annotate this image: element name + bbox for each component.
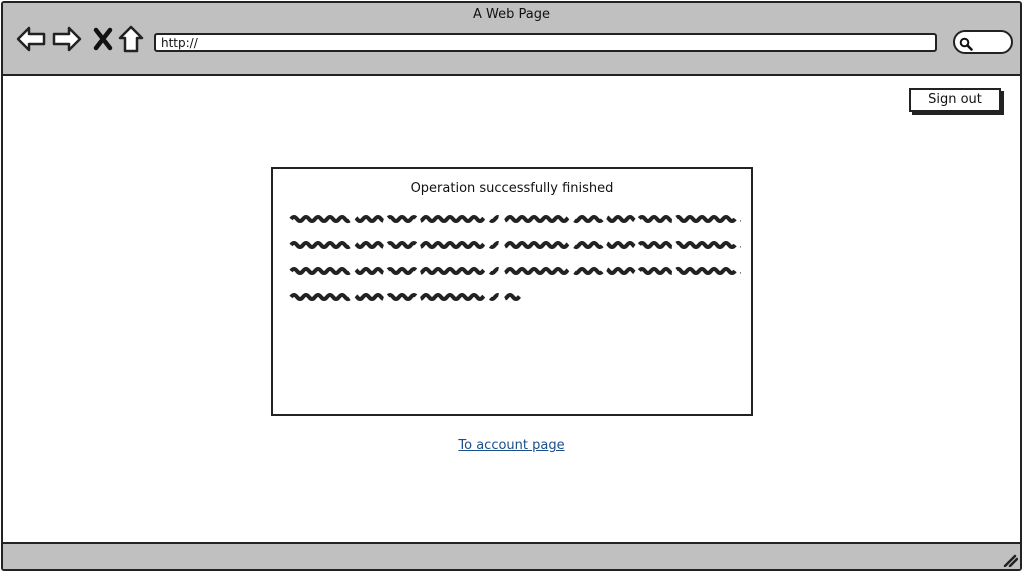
home-button[interactable] [115, 23, 147, 55]
panel-title: Operation successfully finished [410, 181, 614, 196]
search-button[interactable] [953, 30, 1013, 54]
status-bar [3, 542, 1020, 569]
url-input[interactable] [154, 33, 937, 52]
forward-button[interactable] [51, 23, 83, 55]
placeholder-text-line [289, 215, 741, 223]
browser-toolbar: A Web Page [3, 3, 1020, 76]
resize-grip-icon[interactable] [1002, 553, 1018, 567]
search-icon [959, 37, 973, 51]
message-panel: Operation successfully finished [271, 167, 753, 416]
home-icon [118, 25, 144, 53]
account-page-link[interactable]: To account page [3, 438, 1020, 453]
window-title: A Web Page [473, 7, 550, 22]
back-button[interactable] [15, 23, 47, 55]
browser-window: A Web Page S [1, 1, 1022, 571]
placeholder-text-line [289, 267, 741, 275]
placeholder-text-line [289, 293, 569, 301]
stop-icon [93, 27, 113, 51]
back-arrow-icon [16, 26, 46, 52]
placeholder-text-line [289, 241, 741, 249]
sign-out-button[interactable]: Sign out [909, 88, 1001, 112]
forward-arrow-icon [52, 26, 82, 52]
